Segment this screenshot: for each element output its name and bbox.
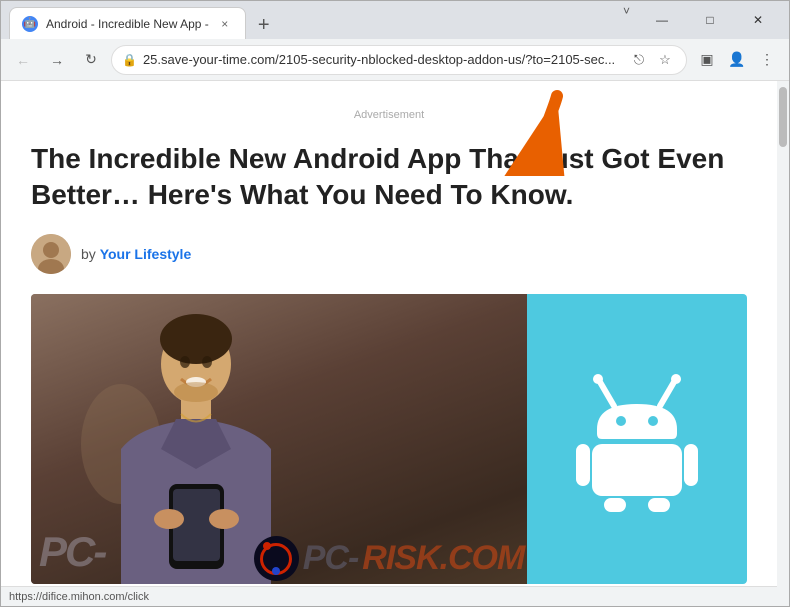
android-robot-icon [572, 364, 702, 514]
author-avatar [31, 234, 71, 274]
tab-area: Android - Incredible New App - × + [9, 1, 639, 39]
pc-watermark: PC- [39, 528, 105, 576]
scroll-thumb[interactable] [779, 87, 787, 147]
menu-icon[interactable]: ⋮ [753, 46, 781, 74]
reload-button[interactable]: ↻ [77, 46, 105, 74]
address-actions: ⎋ ☆ [628, 49, 676, 71]
author-prefix: by [81, 246, 96, 262]
toolbar: ← → ↻ 🔒 25.save-your-time.com/2105-secur… [1, 39, 789, 81]
page-inner: Advertisement The Incredible New Android… [1, 81, 777, 606]
author-text: by Your Lifestyle [81, 246, 191, 262]
orange-arrow-icon [487, 86, 567, 176]
image-right [527, 294, 747, 584]
scrollbar[interactable] [777, 81, 789, 606]
browser-window: ˅ Android - Incredible New App - × + — □… [0, 0, 790, 607]
author-area: by Your Lifestyle [31, 234, 747, 274]
advertisement-label: Advertisement [31, 101, 747, 121]
tab-title: Android - Incredible New App - [46, 17, 209, 31]
bookmark-icon[interactable]: ☆ [654, 49, 676, 71]
share-icon[interactable]: ⎋ [628, 49, 650, 71]
new-tab-button[interactable]: + [250, 11, 278, 39]
lock-icon: 🔒 [122, 53, 137, 67]
extensions-icon[interactable]: ▣ [693, 46, 721, 74]
status-url: https://difice.mihon.com/click [9, 591, 149, 603]
back-button[interactable]: ← [9, 46, 37, 74]
status-bar: https://difice.mihon.com/click [1, 586, 777, 606]
address-bar[interactable]: 🔒 25.save-your-time.com/2105-security-nb… [111, 45, 687, 75]
avatar-icon [31, 234, 71, 274]
maximize-button[interactable]: □ [687, 4, 733, 36]
article-title: The Incredible New Android App That Just… [31, 141, 747, 214]
arrow-container: Advertisement [31, 101, 747, 141]
author-name-link[interactable]: Your Lifestyle [100, 246, 192, 262]
toolbar-icons: ▣ 👤 ⋮ [693, 46, 781, 74]
title-bar: ˅ Android - Incredible New App - × + — □… [1, 1, 789, 39]
profile-icon[interactable]: 👤 [723, 46, 751, 74]
chevron-icon: ˅ [623, 4, 630, 18]
url-text: 25.save-your-time.com/2105-security-nblo… [143, 52, 622, 67]
close-button[interactable]: ✕ [735, 4, 781, 36]
tab-close-button[interactable]: × [217, 16, 233, 32]
tab-favicon [22, 16, 38, 32]
page-content: Advertisement The Incredible New Android… [1, 81, 789, 606]
article-image: PC- [31, 294, 747, 584]
image-left: PC- [31, 294, 527, 584]
forward-button[interactable]: → [43, 46, 71, 74]
window-controls: — □ ✕ [639, 4, 781, 36]
active-tab[interactable]: Android - Incredible New App - × [9, 7, 246, 39]
minimize-button[interactable]: — [639, 4, 685, 36]
